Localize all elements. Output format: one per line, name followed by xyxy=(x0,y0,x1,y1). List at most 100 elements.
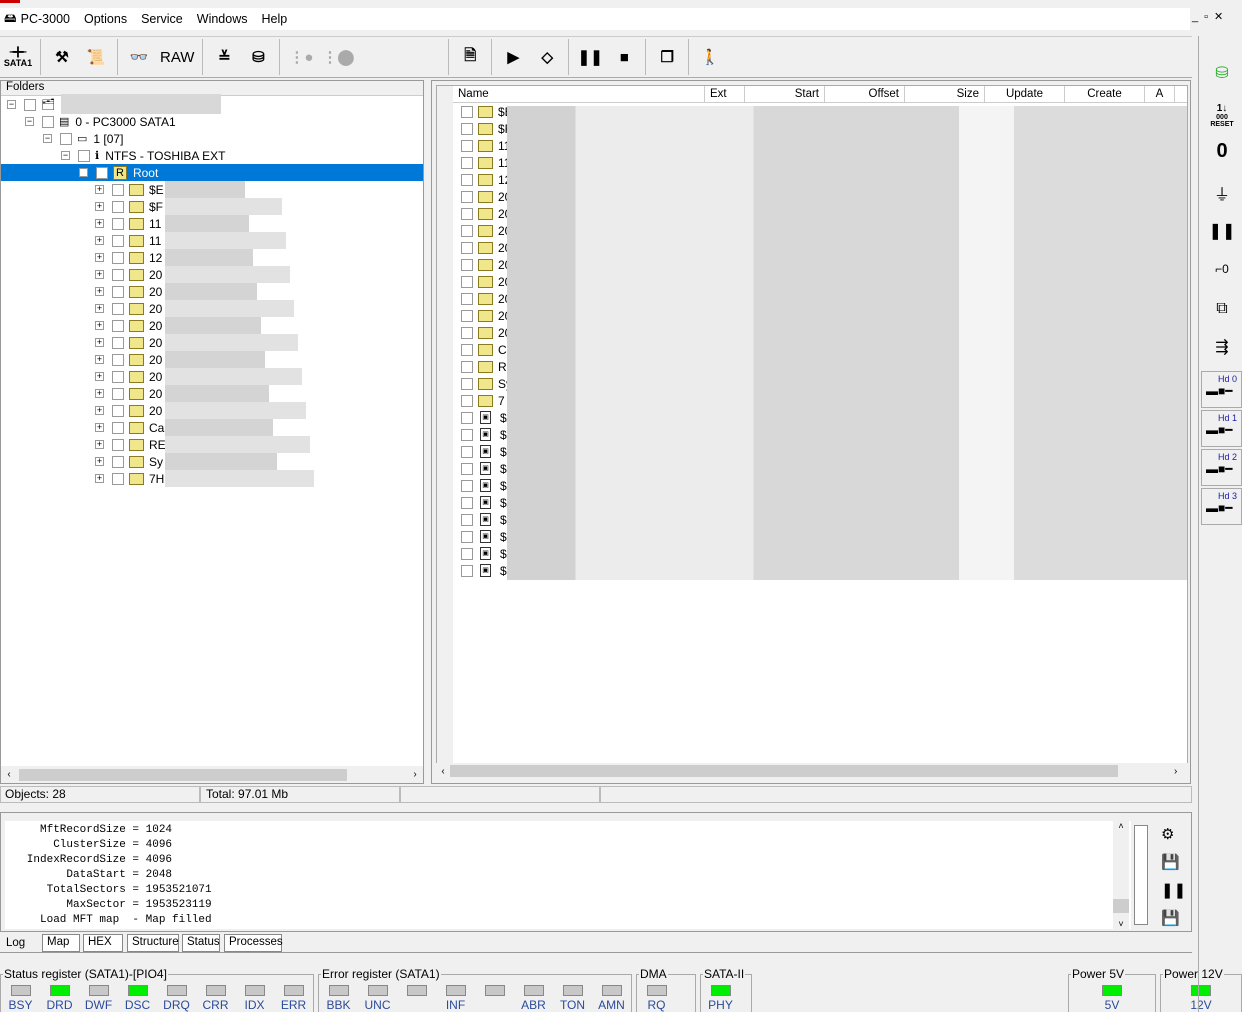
column-header-size[interactable]: Size xyxy=(905,86,985,102)
expand-icon[interactable]: + xyxy=(95,236,104,245)
head-button[interactable]: Hd 1 ▬■━ xyxy=(1201,410,1242,447)
tree-node[interactable]: +20 xyxy=(95,283,257,300)
checkbox[interactable] xyxy=(60,132,72,145)
stop-icon[interactable]: ■ xyxy=(607,40,641,74)
export-icon[interactable]: 🗎 xyxy=(453,40,487,74)
collapse-icon[interactable]: − xyxy=(61,151,70,160)
binoculars-icon[interactable]: 👓 xyxy=(122,40,156,74)
file-row[interactable]: 20 xyxy=(461,324,511,341)
scroll-thumb[interactable] xyxy=(1113,899,1129,913)
checkbox[interactable] xyxy=(461,479,473,492)
checkbox[interactable] xyxy=(112,370,124,383)
expand-icon[interactable]: + xyxy=(95,287,104,296)
checkbox[interactable] xyxy=(461,547,473,560)
zero-icon[interactable]: 0 xyxy=(1202,134,1242,168)
column-header-offset[interactable]: Offset xyxy=(825,86,905,102)
tree-node[interactable]: +20 xyxy=(95,266,290,283)
checkbox[interactable] xyxy=(112,455,124,468)
column-header-name[interactable]: Name xyxy=(453,86,705,102)
scroll-up-icon[interactable]: ˄ xyxy=(1113,821,1129,831)
tree-node[interactable]: − ℹ NTFS - TOSHIBA EXT xyxy=(61,147,225,164)
file-row[interactable]: 20 xyxy=(461,273,511,290)
file-row[interactable]: 12 xyxy=(461,171,511,188)
pause-icon[interactable]: ❚❚ xyxy=(573,40,607,74)
checkbox[interactable] xyxy=(461,241,473,254)
checkbox[interactable] xyxy=(112,251,124,264)
log-vscrollbar[interactable]: ˄ ˅ xyxy=(1113,821,1129,929)
checkbox[interactable] xyxy=(461,309,473,322)
window-controls[interactable]: _▫✕ xyxy=(1192,10,1229,23)
checkbox[interactable] xyxy=(112,183,124,196)
checkbox[interactable] xyxy=(461,207,473,220)
tree-node[interactable]: +20 xyxy=(95,351,265,368)
checkbox[interactable] xyxy=(112,353,124,366)
checkbox[interactable] xyxy=(461,513,473,526)
reset-button[interactable]: 1↓ 000 RESET xyxy=(1202,98,1242,132)
file-row[interactable]: 20 xyxy=(461,239,511,256)
file-row[interactable]: 11 xyxy=(461,137,510,154)
expand-icon[interactable]: + xyxy=(95,372,104,381)
tab-status[interactable]: Status xyxy=(182,934,220,952)
file-row[interactable]: 20 xyxy=(461,188,511,205)
checkbox[interactable] xyxy=(461,326,473,339)
checkbox[interactable] xyxy=(461,411,473,424)
file-row[interactable]: $E xyxy=(461,103,513,120)
collapse-icon[interactable]: − xyxy=(79,168,88,177)
settings-file-icon[interactable]: ⚙ xyxy=(1161,821,1186,849)
info-scroll-icon[interactable]: 📜 xyxy=(79,40,113,74)
play-icon[interactable]: ▶ xyxy=(496,40,530,74)
connector-icon[interactable]: ⇶ xyxy=(1202,330,1242,364)
checkbox[interactable] xyxy=(112,302,124,315)
expand-icon[interactable]: + xyxy=(95,338,104,347)
checkbox[interactable] xyxy=(461,292,473,305)
column-header-update[interactable]: Update xyxy=(985,86,1065,102)
file-row[interactable]: 20 xyxy=(461,256,511,273)
expand-icon[interactable]: + xyxy=(95,406,104,415)
checkbox[interactable] xyxy=(461,462,473,475)
pause-side-icon[interactable]: ❚❚ xyxy=(1202,214,1242,248)
checkbox[interactable] xyxy=(112,421,124,434)
filter-icon[interactable]: ≚ xyxy=(207,40,241,74)
tab-processes[interactable]: Processes xyxy=(224,934,283,952)
file-row[interactable]: 7 xyxy=(461,392,505,409)
checkbox[interactable] xyxy=(78,149,90,162)
head-button[interactable]: Hd 2 ▬■━ xyxy=(1201,449,1242,486)
expand-icon[interactable]: + xyxy=(95,185,104,194)
tree-node[interactable]: +20 xyxy=(95,402,306,419)
checkbox[interactable] xyxy=(461,224,473,237)
tree-node[interactable]: +20 xyxy=(95,317,261,334)
checkbox[interactable] xyxy=(461,564,473,577)
scroll-down-icon[interactable]: ˅ xyxy=(1113,919,1129,929)
checkbox[interactable] xyxy=(461,428,473,441)
files-hscrollbar[interactable]: ‹ › xyxy=(436,763,1188,779)
checkbox[interactable] xyxy=(461,377,473,390)
tab-structure[interactable]: Structure xyxy=(127,934,179,952)
checkbox[interactable] xyxy=(461,105,473,118)
checkbox[interactable] xyxy=(112,234,124,247)
checkbox[interactable] xyxy=(42,115,54,128)
expand-icon[interactable]: + xyxy=(95,423,104,432)
expand-icon[interactable]: + xyxy=(95,253,104,262)
checkbox[interactable] xyxy=(112,336,124,349)
copy-clear-icon[interactable]: ⧉ xyxy=(1202,292,1242,326)
expand-icon[interactable]: + xyxy=(95,304,104,313)
checkbox[interactable] xyxy=(96,166,108,179)
copy-drive-icon[interactable]: ⛁ xyxy=(1202,56,1242,90)
checkbox[interactable] xyxy=(461,360,473,373)
expand-icon[interactable]: + xyxy=(95,321,104,330)
tree-node[interactable]: +12 xyxy=(95,249,253,266)
save-as-icon[interactable]: 💾 xyxy=(1161,905,1186,933)
tree-node[interactable]: +20 xyxy=(95,368,302,385)
exit-icon[interactable]: 🚶 xyxy=(693,40,727,74)
file-row[interactable]: 20 xyxy=(461,222,511,239)
tree-hscrollbar[interactable]: ‹ › xyxy=(1,766,423,783)
checkbox[interactable] xyxy=(112,387,124,400)
column-header-start[interactable]: Start xyxy=(745,86,825,102)
scroll-thumb[interactable] xyxy=(450,765,1118,777)
file-row[interactable]: Ca xyxy=(461,341,513,358)
scroll-left-icon[interactable]: ‹ xyxy=(1,769,17,780)
checkbox[interactable] xyxy=(461,139,473,152)
tree-node[interactable]: − ▤ 0 - PC3000 SATA1 xyxy=(25,113,176,130)
tree-node[interactable]: +11 xyxy=(95,232,286,249)
checkbox[interactable] xyxy=(112,285,124,298)
